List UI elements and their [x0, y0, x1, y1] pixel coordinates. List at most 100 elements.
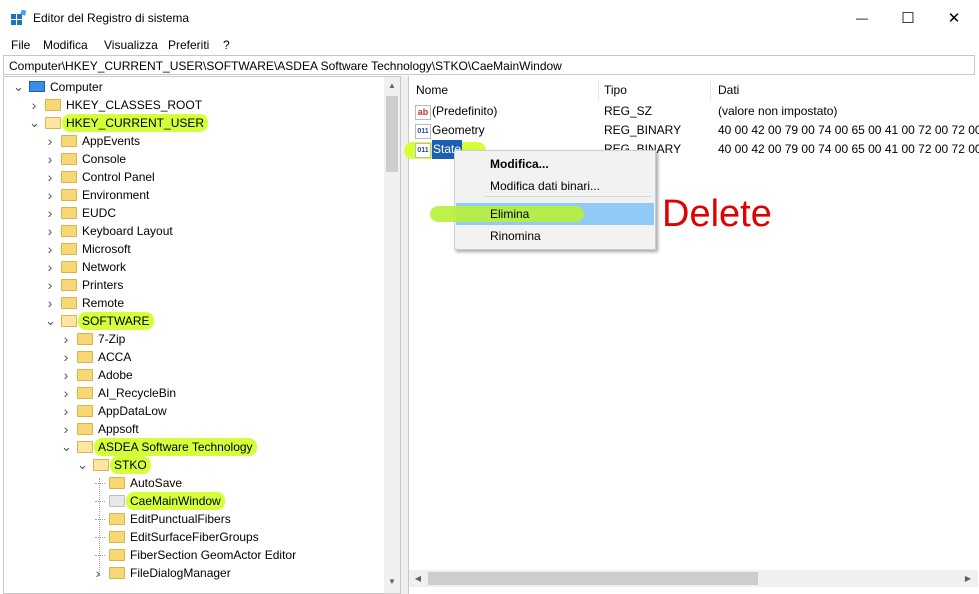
tree-item[interactable]: › Control Panel — [4, 168, 382, 186]
tree-item[interactable]: › AI_RecycleBin — [4, 384, 382, 402]
tree-item[interactable]: › FileDialogManager — [4, 564, 382, 582]
folder-icon — [77, 369, 93, 381]
tree-item[interactable]: › Environment — [4, 186, 382, 204]
folder-icon — [77, 405, 93, 417]
chevron-right-icon[interactable]: › — [45, 294, 55, 312]
tree-item-label: Adobe — [98, 368, 133, 382]
tree-item[interactable]: › Microsoft — [4, 240, 382, 258]
chevron-right-icon[interactable]: › — [61, 384, 71, 402]
tree-item[interactable]: › HKEY_CLASSES_ROOT — [4, 96, 382, 114]
column-divider[interactable] — [710, 80, 711, 100]
tree-item[interactable]: AutoSave — [4, 474, 382, 492]
chevron-right-icon[interactable]: › — [45, 150, 55, 168]
address-path[interactable]: Computer\HKEY_CURRENT_USER\SOFTWARE\ASDE… — [9, 59, 562, 73]
chevron-right-icon[interactable]: › — [45, 276, 55, 294]
tree-item-label: EditSurfaceFiberGroups — [130, 530, 259, 544]
tree-item[interactable]: › Network — [4, 258, 382, 276]
menu-preferiti[interactable]: Preferiti — [168, 38, 209, 52]
close-button[interactable]: ✕ — [931, 0, 977, 36]
menu-help[interactable]: ? — [223, 38, 230, 52]
delete-annotation: Delete — [662, 193, 772, 235]
tree-item-label: Keyboard Layout — [82, 224, 173, 238]
chevron-down-icon[interactable]: ⌄ — [13, 78, 24, 96]
chevron-right-icon[interactable]: › — [45, 240, 55, 258]
menu-item-elimina[interactable]: Elimina — [430, 203, 654, 225]
tree-item-label: Control Panel — [82, 170, 155, 184]
tree-item[interactable]: › ACCA — [4, 348, 382, 366]
tree-item-label: 7-Zip — [98, 332, 126, 346]
values-scroll-thumb[interactable] — [428, 572, 758, 585]
tree-item[interactable]: › 7-Zip — [4, 330, 382, 348]
folder-open-icon — [77, 441, 93, 453]
folder-icon — [61, 261, 77, 273]
tree-item-label: HKEY_CURRENT_USER — [62, 114, 209, 132]
value-row[interactable]: 011 Geometry REG_BINARY 40 00 42 00 79 0… — [408, 121, 979, 140]
tree-scroll-thumb[interactable] — [386, 96, 398, 172]
scroll-right-icon[interactable]: ▶ — [960, 570, 976, 587]
chevron-right-icon[interactable]: › — [45, 204, 55, 222]
maximize-button[interactable]: ☐ — [885, 0, 931, 36]
value-name: Geometry — [432, 123, 485, 137]
folder-open-icon — [93, 459, 109, 471]
chevron-right-icon[interactable]: › — [61, 348, 71, 366]
menu-modifica[interactable]: Modifica — [43, 38, 88, 52]
chevron-right-icon[interactable]: › — [61, 420, 71, 438]
chevron-right-icon[interactable]: › — [45, 186, 55, 204]
tree-item[interactable]: FiberSection GeomActor Editor — [4, 546, 382, 564]
tree-item[interactable]: › Adobe — [4, 366, 382, 384]
tree-item[interactable]: › Console — [4, 150, 382, 168]
chevron-down-icon[interactable]: ⌄ — [45, 312, 56, 330]
column-divider[interactable] — [598, 80, 599, 100]
folder-icon — [61, 189, 77, 201]
menu-item-modifica-dati-binari[interactable]: Modifica dati binari... — [456, 175, 654, 197]
minimize-button[interactable]: — — [839, 0, 885, 36]
column-header-type[interactable]: Tipo — [604, 83, 627, 97]
tree-item-label: ASDEA Software Technology — [94, 438, 257, 456]
tree-item-label: Remote — [82, 296, 125, 310]
tree-item[interactable]: › Appsoft — [4, 420, 382, 438]
column-header-name[interactable]: Nome — [416, 83, 448, 97]
folder-icon — [61, 153, 77, 165]
value-name: (Predefinito) — [432, 104, 498, 118]
chevron-down-icon[interactable]: ⌄ — [77, 456, 88, 474]
value-type: REG_SZ — [604, 104, 653, 118]
tree-item[interactable]: EditSurfaceFiberGroups — [4, 528, 382, 546]
tree-item[interactable]: ⌄ STKO — [4, 456, 382, 474]
folder-icon — [77, 351, 93, 363]
tree-item[interactable]: › AppEvents — [4, 132, 382, 150]
scroll-up-icon[interactable]: ▲ — [384, 78, 400, 94]
tree-item[interactable]: EditPunctualFibers — [4, 510, 382, 528]
chevron-right-icon[interactable]: › — [45, 222, 55, 240]
folder-icon — [77, 387, 93, 399]
tree-item[interactable]: › Remote — [4, 294, 382, 312]
chevron-right-icon[interactable]: › — [29, 96, 39, 114]
value-row[interactable]: ab (Predefinito) REG_SZ (valore non impo… — [408, 102, 979, 121]
scroll-left-icon[interactable]: ◀ — [410, 570, 426, 587]
menu-item-modifica[interactable]: Modifica... — [456, 153, 654, 175]
chevron-right-icon[interactable]: › — [45, 258, 55, 276]
tree-item[interactable]: › AppDataLow — [4, 402, 382, 420]
chevron-right-icon[interactable]: › — [61, 330, 71, 348]
tree-item[interactable]: › Printers — [4, 276, 382, 294]
tree-item[interactable]: ⌄ SOFTWARE — [4, 312, 382, 330]
menu-file[interactable]: File — [11, 38, 30, 52]
column-header-data[interactable]: Dati — [718, 83, 739, 97]
maximize-icon: ☐ — [901, 10, 915, 27]
tree-item[interactable]: › Keyboard Layout — [4, 222, 382, 240]
scroll-down-icon[interactable]: ▼ — [384, 574, 400, 590]
chevron-right-icon[interactable]: › — [93, 564, 103, 582]
tree-item[interactable]: ⌄ Computer — [4, 78, 382, 96]
menu-visualizza[interactable]: Visualizza — [104, 38, 158, 52]
tree-item[interactable]: ⌄ HKEY_CURRENT_USER — [4, 114, 382, 132]
tree-item[interactable]: ⌄ ASDEA Software Technology — [4, 438, 382, 456]
chevron-down-icon[interactable]: ⌄ — [61, 438, 72, 456]
tree-item[interactable]: › EUDC — [4, 204, 382, 222]
chevron-right-icon[interactable]: › — [61, 366, 71, 384]
chevron-right-icon[interactable]: › — [61, 402, 71, 420]
chevron-down-icon[interactable]: ⌄ — [29, 114, 40, 132]
tree-item-selected[interactable]: CaeMainWindow — [4, 492, 382, 510]
tree-item-label: Printers — [82, 278, 124, 292]
menu-item-rinomina[interactable]: Rinomina — [456, 225, 654, 247]
chevron-right-icon[interactable]: › — [45, 132, 55, 150]
chevron-right-icon[interactable]: › — [45, 168, 55, 186]
